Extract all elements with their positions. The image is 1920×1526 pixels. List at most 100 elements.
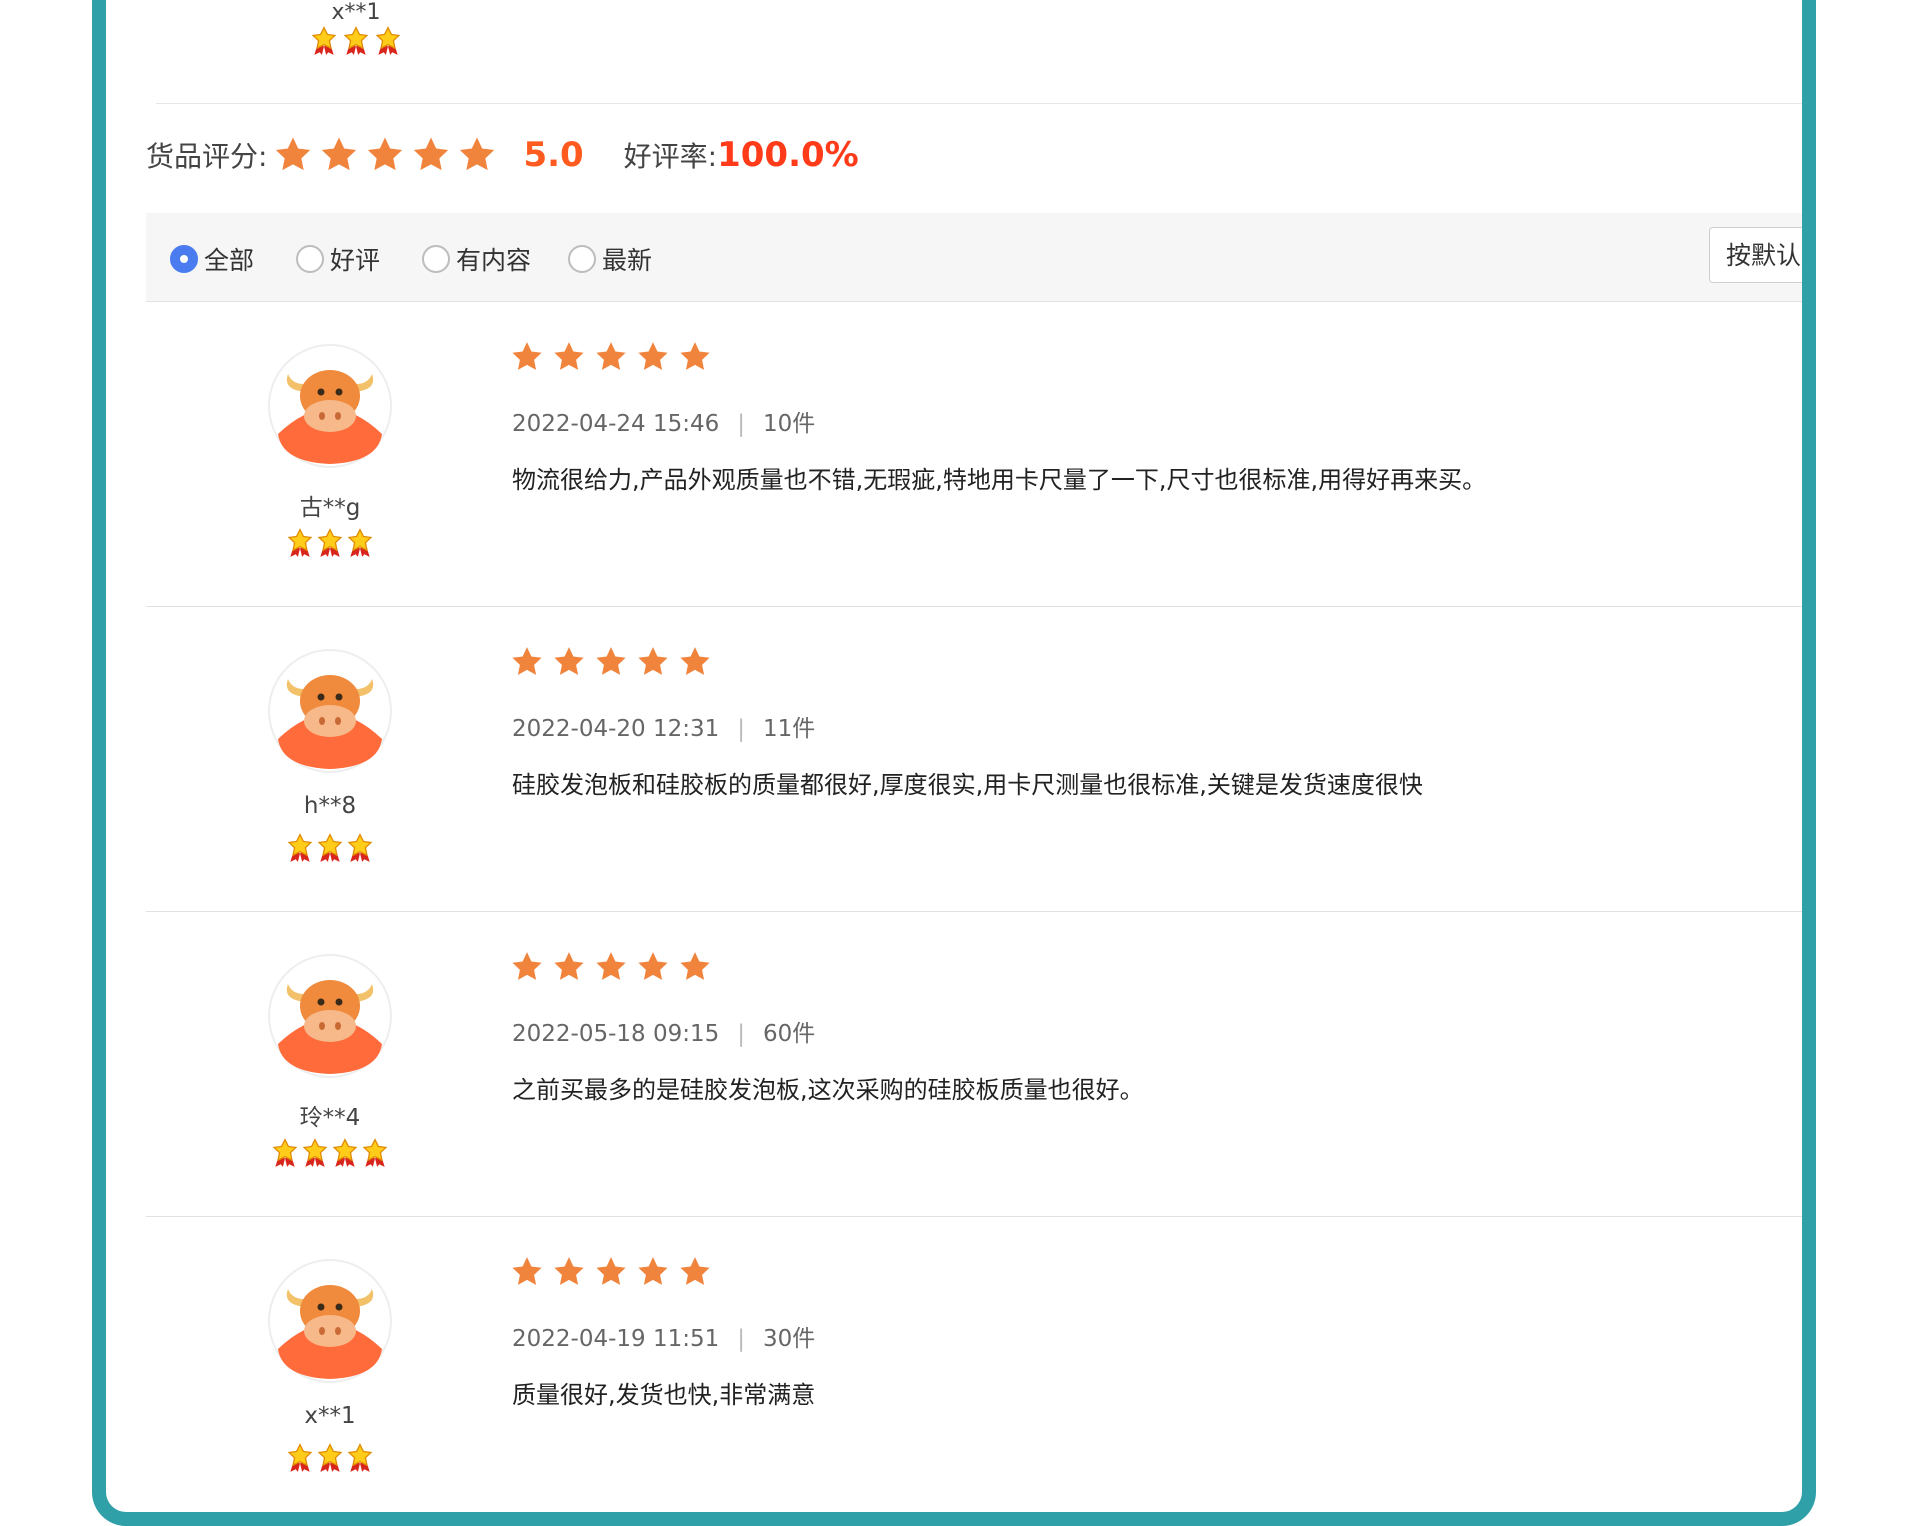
top-partial-review: x**1	[296, 0, 416, 60]
cow-avatar-icon	[268, 1259, 392, 1383]
star-icon	[554, 952, 584, 980]
review-username: h**8	[303, 793, 357, 819]
star-icon	[512, 647, 542, 675]
star-icon	[596, 1257, 626, 1285]
radio-icon[interactable]	[170, 245, 198, 273]
star-icon	[680, 342, 710, 370]
review-quantity: 60件	[763, 1021, 816, 1047]
filter-label: 全部	[204, 246, 255, 275]
star-icon	[322, 137, 357, 171]
star-icon	[460, 137, 495, 171]
review-panel: x**1 货品评分: 5.0 好评率: 100.0% 全部 好评 有内容 最新 …	[106, 0, 1802, 1512]
review-quantity: 10件	[763, 411, 816, 437]
review-username: 玲**4	[299, 1105, 361, 1131]
review-content: 硅胶发泡板和硅胶板的质量都很好,厚度很实,用卡尺测量也很标准,关键是发货速度很快	[512, 771, 1423, 799]
meta-separator: |	[737, 1021, 746, 1047]
user-level-medals	[230, 528, 430, 562]
user-level-medals	[230, 833, 430, 867]
medal-star-icon	[311, 26, 337, 55]
score-value: 5.0	[523, 135, 584, 175]
review-datetime: 2022-04-19 11:51	[512, 1326, 720, 1352]
medal-star-icon	[347, 833, 373, 862]
rating-summary: 货品评分: 5.0 好评率: 100.0%	[146, 130, 859, 180]
score-label: 货品评分:	[146, 140, 268, 173]
content-frame: x**1 货品评分: 5.0 好评率: 100.0% 全部 好评 有内容 最新 …	[92, 0, 1816, 1526]
star-icon	[276, 137, 311, 171]
filter-label: 最新	[602, 246, 653, 275]
user-level-medals	[230, 1138, 430, 1172]
review-filter-bar: 全部 好评 有内容 最新 按默认	[146, 213, 1802, 302]
star-icon	[638, 647, 668, 675]
medal-star-icon	[347, 528, 373, 557]
star-icon	[638, 952, 668, 980]
review-meta: 2022-05-18 09:15 | 60件	[512, 1014, 815, 1048]
review-quantity: 11件	[763, 716, 816, 742]
review-meta: 2022-04-24 15:46 | 10件	[512, 404, 815, 438]
review-content: 之前买最多的是硅胶发泡板,这次采购的硅胶板质量也很好。	[512, 1076, 1144, 1104]
review-username: x**1	[304, 1403, 356, 1429]
medal-star-icon	[317, 528, 343, 557]
filter-label: 好评	[330, 246, 381, 275]
star-icon	[554, 1257, 584, 1285]
positive-rate-value: 100.0%	[717, 135, 859, 175]
star-icon	[596, 647, 626, 675]
meta-separator: |	[737, 1326, 746, 1352]
divider	[156, 103, 1802, 104]
review-rating-stars	[510, 1255, 712, 1289]
medal-star-icon	[343, 26, 369, 55]
review-username: 古**g	[299, 495, 361, 521]
filter-latest[interactable]: 最新	[568, 241, 652, 277]
medal-star-icon	[287, 833, 313, 862]
filter-label: 有内容	[456, 246, 532, 275]
radio-icon[interactable]	[296, 245, 324, 273]
review-item: h**8 2022-04-20 12:31 | 11件 硅胶发泡板和硅胶板的质量都很…	[146, 607, 1802, 912]
score-stars	[273, 135, 497, 175]
star-icon	[512, 1257, 542, 1285]
radio-icon[interactable]	[422, 245, 450, 273]
review-rating-stars	[510, 645, 712, 679]
star-icon	[512, 342, 542, 370]
review-meta: 2022-04-19 11:51 | 30件	[512, 1319, 815, 1353]
cow-avatar-icon	[268, 649, 392, 773]
review-meta: 2022-04-20 12:31 | 11件	[512, 709, 815, 743]
review-item: 玲**4 2022-05-18 09:15 | 60件 之前买最多的是硅胶发泡板,这…	[146, 912, 1802, 1217]
star-icon	[596, 342, 626, 370]
star-icon	[638, 342, 668, 370]
medal-star-icon	[362, 1138, 388, 1167]
meta-separator: |	[737, 716, 746, 742]
review-item: 古**g 2022-04-24 15:46 | 10件 物流很给力,产品外观质量也不…	[146, 302, 1802, 607]
medal-star-icon	[302, 1138, 328, 1167]
review-datetime: 2022-04-24 15:46	[512, 411, 720, 437]
review-datetime: 2022-04-20 12:31	[512, 716, 720, 742]
filter-positive[interactable]: 好评	[296, 241, 380, 277]
sort-select[interactable]: 按默认	[1709, 227, 1802, 283]
medal-star-icon	[317, 1443, 343, 1472]
medal-star-icon	[287, 1443, 313, 1472]
medal-star-icon	[332, 1138, 358, 1167]
review-item: x**1 2022-04-19 11:51 | 30件 质量很好,发货也快,非常满意	[146, 1217, 1802, 1512]
radio-icon[interactable]	[568, 245, 596, 273]
medal-star-icon	[347, 1443, 373, 1472]
review-rating-stars	[510, 950, 712, 984]
review-quantity: 30件	[763, 1326, 816, 1352]
review-content: 质量很好,发货也快,非常满意	[512, 1381, 816, 1409]
review-rating-stars	[510, 340, 712, 374]
cow-avatar-icon	[268, 344, 392, 468]
star-icon	[680, 952, 710, 980]
star-icon	[414, 137, 449, 171]
star-icon	[596, 952, 626, 980]
filter-with-content[interactable]: 有内容	[422, 241, 531, 277]
star-icon	[512, 952, 542, 980]
star-icon	[554, 342, 584, 370]
positive-rate-label: 好评率:	[623, 140, 718, 173]
medal-star-icon	[287, 528, 313, 557]
star-icon	[680, 1257, 710, 1285]
star-icon	[368, 137, 403, 171]
medal-star-icon	[317, 833, 343, 862]
review-datetime: 2022-05-18 09:15	[512, 1021, 720, 1047]
cow-avatar-icon	[268, 954, 392, 1078]
star-icon	[680, 647, 710, 675]
filter-all[interactable]: 全部	[170, 241, 254, 277]
user-level-medals	[309, 26, 403, 56]
review-content: 物流很给力,产品外观质量也不错,无瑕疵,特地用卡尺量了一下,尺寸也很标准,用得好…	[512, 466, 1487, 494]
